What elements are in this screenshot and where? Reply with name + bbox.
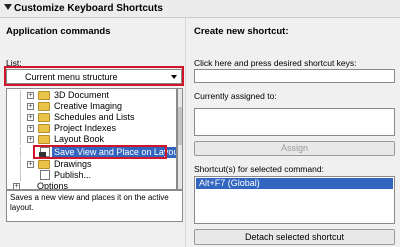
expand-plus-icon[interactable]: + (27, 103, 34, 110)
tree-item-creative-imaging[interactable]: + Creative Imaging (7, 101, 176, 112)
tree-item-label: 3D Document (54, 90, 110, 100)
folder-icon (38, 124, 50, 133)
tree-item-schedules-and-lists[interactable]: + Schedules and Lists (7, 112, 176, 123)
expand-plus-icon[interactable]: + (27, 114, 34, 121)
tree-line (20, 147, 21, 158)
folder-icon (38, 160, 50, 169)
create-shortcut-heading: Create new shortcut: (194, 26, 289, 37)
scrollbar-thumb[interactable] (178, 107, 182, 145)
list-item[interactable]: Alt+F7 (Global) (196, 178, 393, 189)
tree-item-label: Project Indexes (54, 123, 117, 133)
shortcut-capture-field[interactable] (194, 69, 395, 83)
tree-item-label: Options (37, 181, 69, 190)
tree-item-3d-document[interactable]: + 3D Document (7, 90, 176, 101)
tree-item-options[interactable]: + Options (7, 181, 176, 190)
column-divider (185, 17, 186, 247)
command-tree[interactable]: + 3D Document + Creative Imaging + Sched… (6, 88, 177, 190)
expand-plus-icon[interactable]: + (27, 92, 34, 99)
shortcut-list[interactable]: Alt+F7 (Global) (194, 176, 395, 224)
tree-item-label: Layout Book (54, 134, 105, 144)
tree-item-publish[interactable]: Publish... (7, 170, 176, 181)
tree-scrollbar[interactable] (177, 88, 183, 190)
tree-item-label: Creative Imaging (54, 101, 123, 111)
collapse-triangle-icon[interactable] (4, 4, 12, 10)
highlight-frame-command (33, 145, 167, 159)
command-description: Saves a new view and places it on the ac… (6, 190, 183, 222)
tree-item-layout-book[interactable]: + Layout Book (7, 134, 176, 145)
tree-item-project-indexes[interactable]: + Project Indexes (7, 123, 176, 134)
tree-line (20, 123, 21, 134)
tree-line (20, 159, 21, 170)
shortcuts-for-command-label: Shortcut(s) for selected command: (194, 164, 324, 174)
expand-plus-icon[interactable]: + (13, 183, 20, 189)
expand-plus-icon[interactable]: + (27, 161, 34, 168)
tree-line (20, 170, 21, 181)
assigned-to-box (194, 108, 395, 136)
publish-icon (40, 170, 50, 180)
folder-icon (38, 91, 50, 100)
application-commands-heading: Application commands (6, 26, 111, 37)
panel-header[interactable]: Customize Keyboard Shortcuts (0, 0, 400, 18)
tree-item-label: Drawings (54, 159, 92, 169)
assigned-to-label: Currently assigned to: (194, 91, 277, 101)
tree-item-label: Publish... (54, 170, 92, 180)
tree-line (20, 101, 21, 112)
tree-item-drawings[interactable]: + Drawings (7, 159, 176, 170)
assign-button[interactable]: Assign (194, 141, 395, 156)
tree-item-label: Schedules and Lists (54, 112, 135, 122)
detach-shortcut-button[interactable]: Detach selected shortcut (194, 229, 395, 245)
shortcut-hint-label: Click here and press desired shortcut ke… (194, 58, 357, 68)
tree-line (20, 112, 21, 123)
expand-plus-icon[interactable]: + (27, 136, 34, 143)
tree-line (20, 134, 21, 145)
folder-icon (38, 135, 50, 144)
folder-icon (38, 113, 50, 122)
expand-plus-icon[interactable]: + (27, 125, 34, 132)
panel-title: Customize Keyboard Shortcuts (14, 3, 163, 14)
tree-line (20, 90, 21, 101)
highlight-frame-list (4, 66, 184, 86)
folder-icon (38, 102, 50, 111)
